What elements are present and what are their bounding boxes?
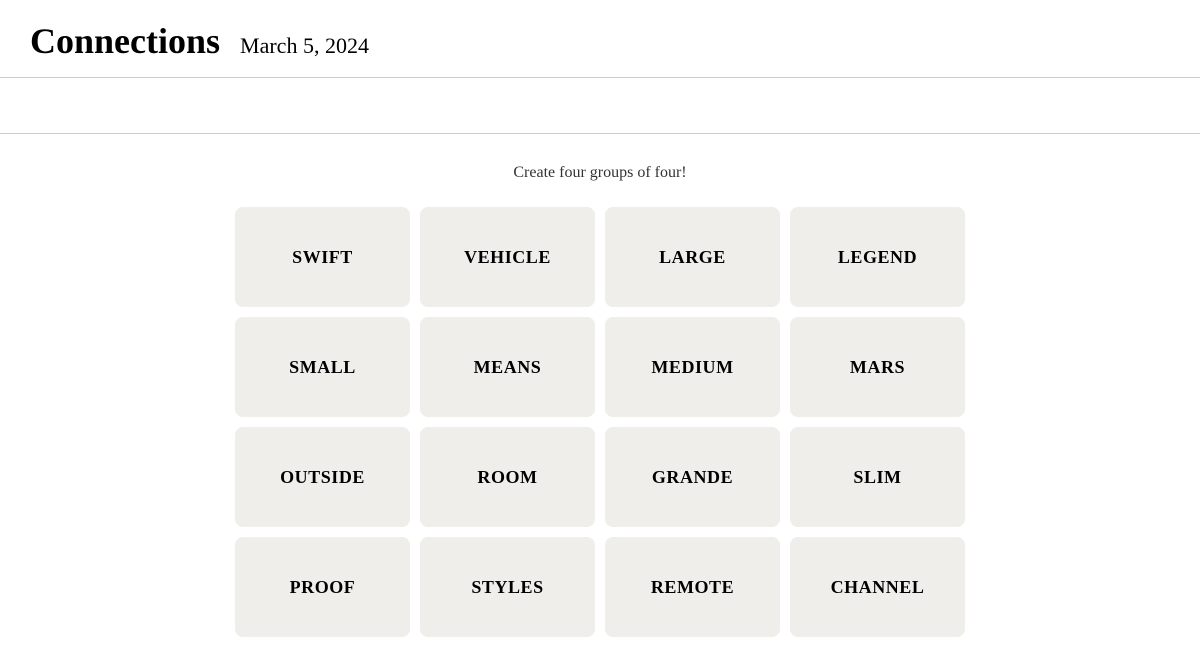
tile-label: CHANNEL [831,577,925,598]
puzzle-date: March 5, 2024 [240,33,369,59]
app-title: Connections [30,20,220,62]
tile-label: GRANDE [652,467,733,488]
tile-label: OUTSIDE [280,467,365,488]
tile-label: LEGEND [838,247,917,268]
tile[interactable]: MEDIUM [605,317,780,417]
tile-label: STYLES [471,577,543,598]
tile[interactable]: CHANNEL [790,537,965,637]
tile[interactable]: MEANS [420,317,595,417]
tile-label: VEHICLE [464,247,551,268]
tile[interactable]: STYLES [420,537,595,637]
tile-label: SMALL [289,357,356,378]
tile[interactable]: REMOTE [605,537,780,637]
subtitle: Create four groups of four! [513,164,686,182]
tile-label: PROOF [290,577,356,598]
header: Connections March 5, 2024 [0,0,1200,77]
tile-label: MARS [850,357,905,378]
tile[interactable]: OUTSIDE [235,427,410,527]
nav-area [0,83,1200,128]
tile[interactable]: SWIFT [235,207,410,307]
tile[interactable]: SMALL [235,317,410,417]
tile-grid: SWIFT VEHICLE LARGE LEGEND SMALL MEANS MEDIUM M… [235,207,965,637]
tile-label: SLIM [853,467,901,488]
tile-label: REMOTE [651,577,734,598]
main-content: Create four groups of four! SWIFT VEHICLE… [0,134,1200,667]
tile[interactable]: ROOM [420,427,595,527]
tile[interactable]: LEGEND [790,207,965,307]
tile[interactable]: MARS [790,317,965,417]
tile[interactable]: PROOF [235,537,410,637]
top-divider [0,77,1200,78]
tile-label: MEDIUM [651,357,733,378]
tile[interactable]: LARGE [605,207,780,307]
tile[interactable]: VEHICLE [420,207,595,307]
tile-label: LARGE [659,247,726,268]
tile-label: ROOM [477,467,537,488]
tile-label: SWIFT [292,247,353,268]
tile[interactable]: SLIM [790,427,965,527]
tile-label: MEANS [474,357,542,378]
tile[interactable]: GRANDE [605,427,780,527]
